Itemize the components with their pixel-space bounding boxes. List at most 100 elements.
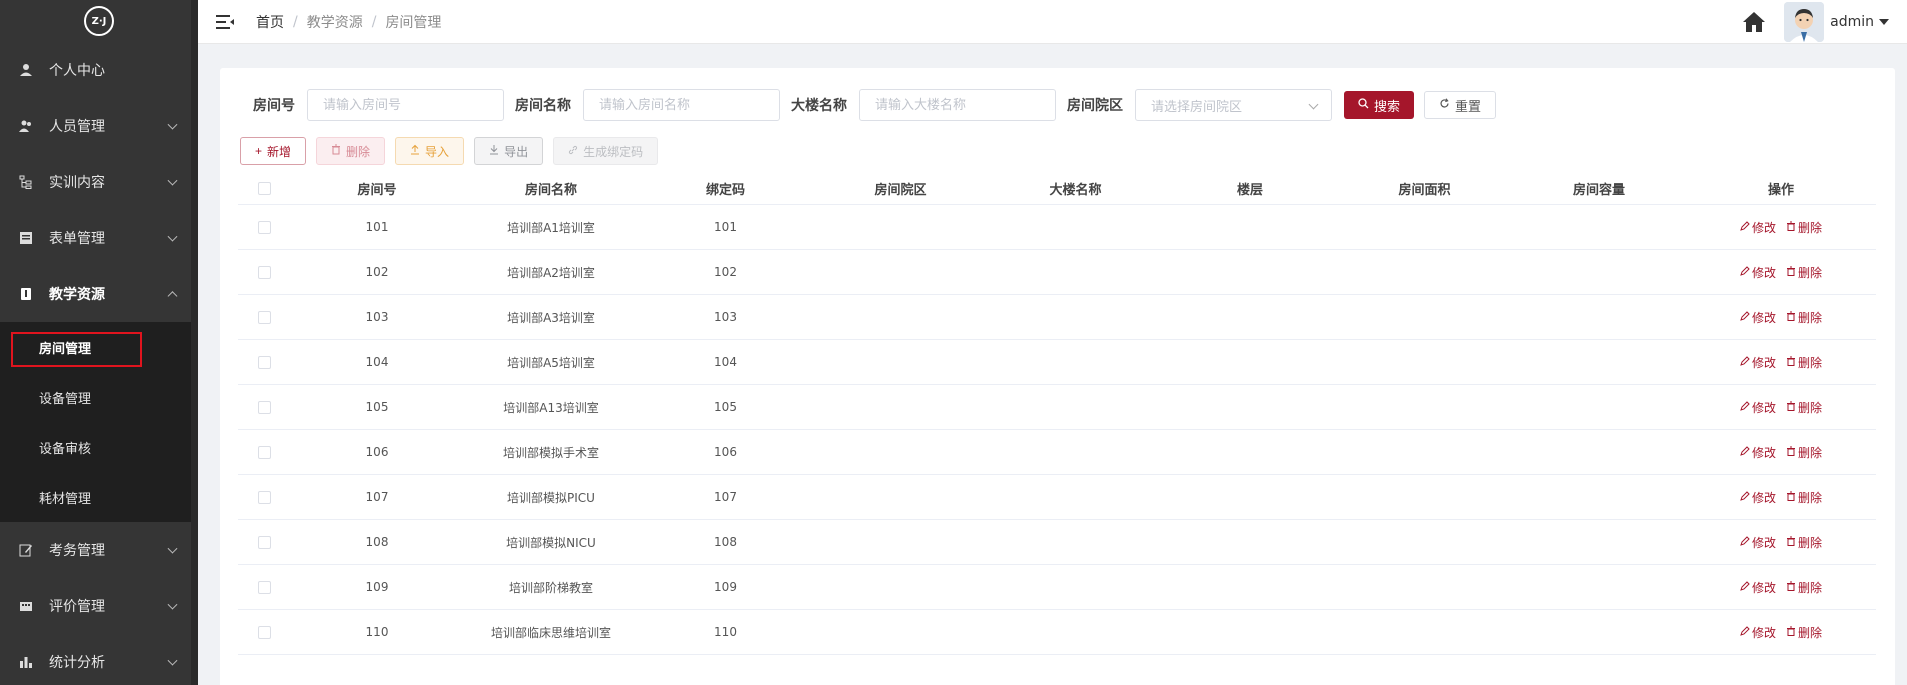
edit-label: 修改 [1751, 355, 1776, 370]
row-checkbox[interactable] [257, 445, 271, 459]
download-icon [489, 144, 499, 158]
add-button[interactable]: + 新增 [240, 137, 307, 165]
delete-link[interactable]: 删除 [1786, 489, 1822, 506]
delete-link[interactable]: 删除 [1786, 579, 1822, 596]
table-header: 房间号 房间名称 绑定码 房间院区 大楼名称 楼层 房间面积 房间容量 操作 [238, 173, 1876, 205]
row-checkbox[interactable] [257, 580, 271, 594]
edit-icon [1740, 355, 1750, 369]
row-checkbox[interactable] [257, 355, 271, 369]
sidebar-item-personnel[interactable]: 人员管理 [0, 98, 198, 154]
edit-link[interactable]: 修改 [1740, 354, 1776, 371]
room-campus-select[interactable]: 请选择房间院区 [1135, 89, 1332, 121]
sidebar-subitem-device-review[interactable]: 设备审核 [0, 422, 198, 472]
edit-link[interactable]: 修改 [1740, 534, 1776, 551]
menu-fold-icon[interactable] [216, 14, 234, 29]
sidebar-item-teaching-resources[interactable]: 教学资源 [0, 266, 198, 322]
trash-icon [1786, 446, 1796, 459]
select-all-checkbox[interactable] [257, 182, 271, 195]
edit-link[interactable]: 修改 [1740, 579, 1776, 596]
sidebar-item-personal-center[interactable]: 个人中心 [0, 42, 198, 98]
room-no-cell: 103 [365, 310, 389, 324]
delete-link[interactable]: 删除 [1786, 354, 1822, 371]
bind-code-cell: 105 [714, 400, 737, 414]
edit-link[interactable]: 修改 [1740, 264, 1776, 281]
delete-label: 删除 [1798, 625, 1823, 640]
delete-link[interactable]: 删除 [1786, 219, 1822, 236]
delete-label: 删除 [1798, 400, 1823, 415]
edit-link[interactable]: 修改 [1740, 444, 1776, 461]
generate-bind-code-button[interactable]: 生成绑定码 [553, 137, 659, 165]
delete-link[interactable]: 删除 [1786, 534, 1822, 551]
edit-link[interactable]: 修改 [1740, 624, 1776, 641]
select-all-cell [238, 182, 290, 195]
sidebar-item-training[interactable]: 实训内容 [0, 154, 198, 210]
edit-link[interactable]: 修改 [1740, 219, 1776, 236]
sidebar-subitem-label: 设备管理 [39, 391, 92, 407]
room-name-cell: 培训部模拟NICU [506, 535, 596, 550]
column-header: 房间面积 [1398, 183, 1451, 198]
breadcrumb-separator: / [371, 13, 377, 30]
sidebar-scrollbar[interactable] [191, 0, 198, 685]
search-button[interactable]: 搜索 [1344, 91, 1415, 119]
trash-icon [1786, 581, 1796, 594]
row-checkbox[interactable] [257, 400, 271, 414]
bind-code-cell: 110 [714, 625, 737, 639]
row-checkbox[interactable] [257, 625, 271, 639]
breadcrumb: 首页 / 教学资源 / 房间管理 [256, 12, 441, 32]
trash-icon [1786, 311, 1796, 324]
avatar[interactable] [1784, 2, 1825, 42]
logo[interactable]: Z·J [0, 0, 198, 42]
column-header: 大楼名称 [1049, 183, 1102, 198]
export-button[interactable]: 导出 [474, 137, 544, 165]
sidebar-item-forms[interactable]: 表单管理 [0, 210, 198, 266]
chevron-down-icon [167, 231, 178, 242]
breadcrumb-home[interactable]: 首页 [256, 12, 284, 32]
row-checkbox[interactable] [257, 535, 271, 549]
chart-icon [19, 655, 33, 669]
import-button[interactable]: 导入 [395, 137, 465, 165]
actions-cell: 修改 删除 [1686, 264, 1876, 281]
user-name[interactable]: admin [1830, 14, 1874, 30]
room-name-input[interactable] [583, 89, 780, 121]
chevron-down-icon [167, 175, 178, 186]
delete-link[interactable]: 删除 [1786, 399, 1822, 416]
delete-label: 删除 [1798, 265, 1823, 280]
delete-link[interactable]: 删除 [1786, 444, 1822, 461]
users-icon [19, 119, 33, 133]
row-checkbox[interactable] [257, 490, 271, 504]
delete-label: 删除 [1798, 310, 1823, 325]
row-checkbox[interactable] [257, 220, 271, 234]
edit-icon [19, 543, 33, 557]
building-name-input[interactable] [859, 89, 1056, 121]
column-header: 房间容量 [1572, 183, 1625, 198]
search-form: 房间号 房间名称 大楼名称 房间院区 请选择房间院区 搜索 重置 [220, 88, 1497, 122]
bind-code-cell: 101 [714, 220, 737, 234]
tree-icon [19, 175, 33, 189]
edit-link[interactable]: 修改 [1740, 309, 1776, 326]
generate-bind-code-label: 生成绑定码 [583, 144, 644, 159]
column-header: 操作 [1767, 183, 1794, 198]
sidebar-subitem-consumables[interactable]: 耗材管理 [0, 472, 198, 522]
sidebar-item-label: 统计分析 [49, 655, 105, 671]
caret-down-icon[interactable] [1879, 19, 1889, 25]
delete-link[interactable]: 删除 [1786, 264, 1822, 281]
room-no-cell: 107 [365, 490, 389, 504]
row-checkbox[interactable] [257, 310, 271, 324]
sidebar-subitem-room-management[interactable]: 房间管理 [0, 322, 198, 372]
edit-link[interactable]: 修改 [1740, 489, 1776, 506]
rating-icon [19, 599, 33, 613]
column-header: 绑定码 [705, 183, 745, 198]
sidebar-item-evaluation[interactable]: 评价管理 [0, 578, 198, 634]
room-no-input[interactable] [307, 89, 504, 121]
delete-link[interactable]: 删除 [1786, 309, 1822, 326]
sidebar-subitem-device-management[interactable]: 设备管理 [0, 372, 198, 422]
sidebar-item-label: 人员管理 [49, 119, 105, 135]
reset-button[interactable]: 重置 [1424, 91, 1497, 119]
home-icon[interactable] [1742, 11, 1766, 33]
delete-button[interactable]: 删除 [316, 137, 386, 165]
delete-link[interactable]: 删除 [1786, 624, 1822, 641]
sidebar-item-exam-affairs[interactable]: 考务管理 [0, 522, 198, 578]
row-checkbox[interactable] [257, 265, 271, 279]
edit-link[interactable]: 修改 [1740, 399, 1776, 416]
sidebar-item-statistics[interactable]: 统计分析 [0, 634, 198, 685]
